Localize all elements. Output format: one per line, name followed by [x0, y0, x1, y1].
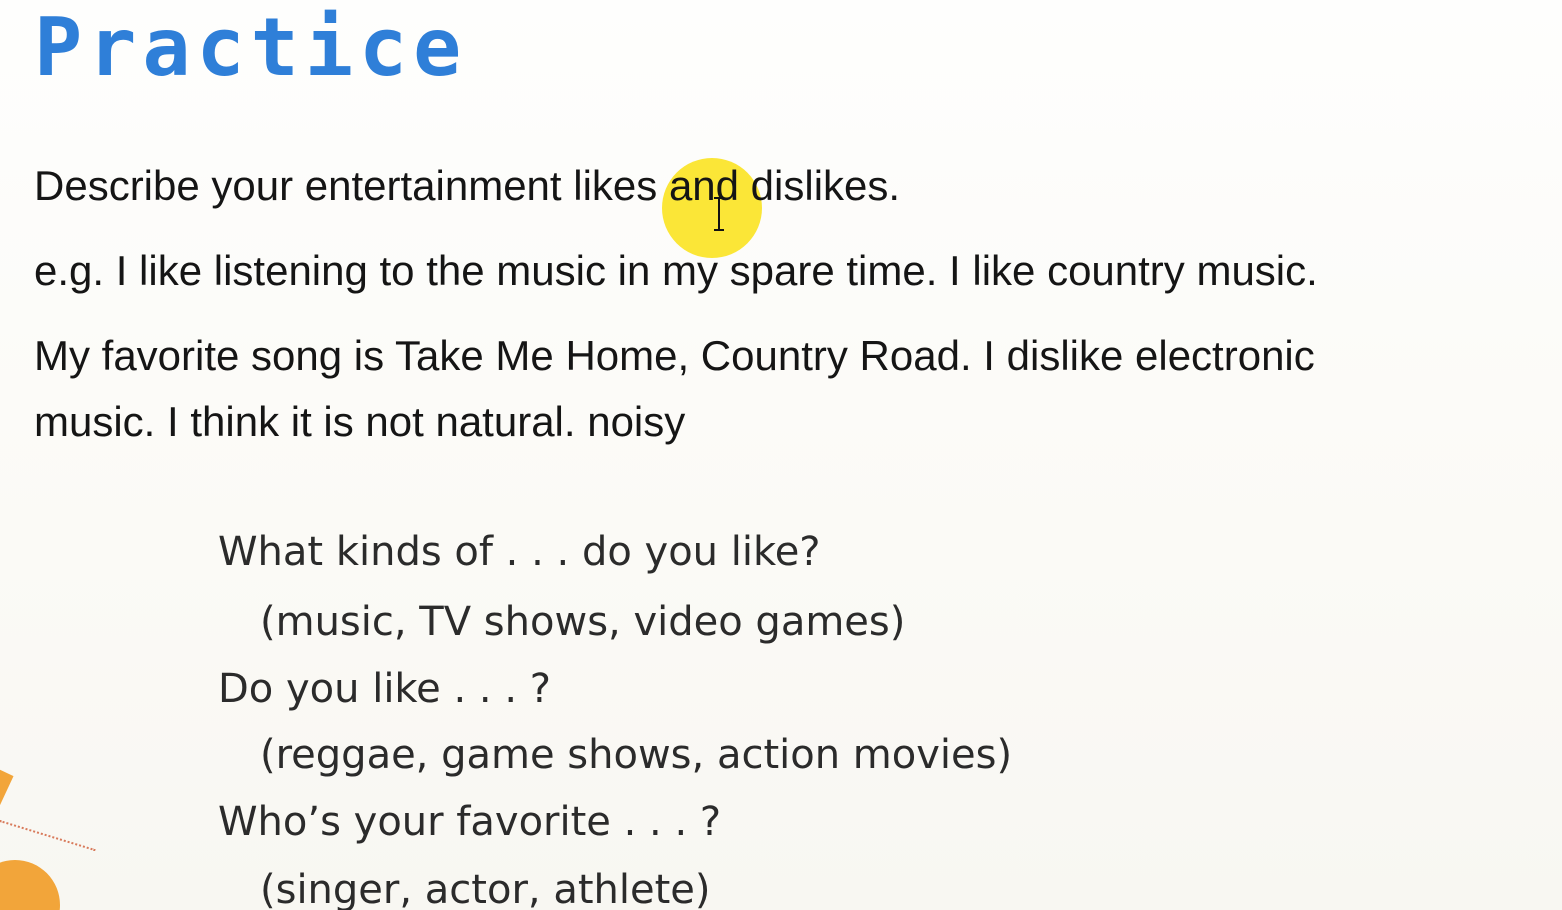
example-line-2: My favorite song is Take Me Home, Countr…: [34, 332, 1315, 379]
slide: Practice Describe your entertainment lik…: [0, 0, 1562, 910]
slide-title: Practice: [34, 1, 468, 94]
question-3-options: (singer, actor, athlete): [260, 867, 711, 910]
question-1-options: (music, TV shows, video games): [260, 599, 906, 645]
instruction-line: Describe your entertainment likes and di…: [34, 162, 901, 209]
text-cursor-icon: [714, 197, 724, 231]
example-line-1: e.g. I like listening to the music in my…: [34, 247, 1318, 294]
example-line-3: music. I think it is not natural. noisy: [34, 398, 686, 445]
question-2: Do you like . . . ?: [218, 666, 552, 712]
decorative-circle: [0, 860, 60, 910]
decorative-shape: [0, 767, 14, 813]
decorative-dotted-line: [0, 820, 96, 852]
question-1: What kinds of . . . do you like?: [218, 529, 821, 575]
question-3: Who’s your favorite . . . ?: [218, 799, 722, 845]
question-2-options: (reggae, game shows, action movies): [260, 732, 1013, 778]
